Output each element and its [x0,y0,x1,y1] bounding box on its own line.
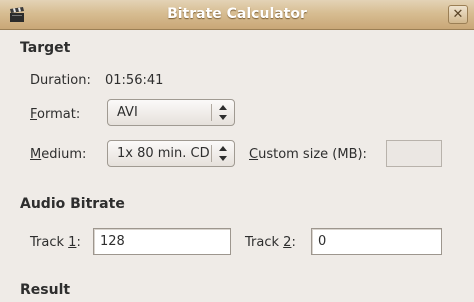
combo-separator [211,145,212,162]
close-button[interactable]: ✕ [448,5,468,24]
close-icon: ✕ [452,7,464,22]
track-2-field[interactable]: 0 [311,228,442,255]
duration-value: 01:56:41 [105,73,164,88]
medium-select-value: 1x 80 min. CD [117,146,210,161]
window-title: Bitrate Calculator [167,6,307,22]
medium-label: Medium: [30,147,87,162]
format-label: Format: [30,107,81,122]
track-1-label: Track 1: [30,235,81,250]
bitrate-calculator-window: Bitrate Calculator ✕ Target Duration: 01… [0,0,474,302]
audio-bitrate-heading: Audio Bitrate [20,196,125,212]
track-2-value: 0 [318,234,327,249]
target-heading: Target [20,40,71,56]
track-1-value: 128 [100,234,125,249]
up-down-arrows-icon [219,105,227,120]
medium-select[interactable]: 1x 80 min. CD [107,140,235,167]
format-select-value: AVI [117,105,138,120]
track-2-label: Track 2: [245,235,296,250]
duration-label: Duration: [30,73,91,88]
track-1-field[interactable]: 128 [93,228,231,255]
combo-separator [211,104,212,121]
result-heading: Result [20,282,71,298]
custom-size-field [386,140,442,167]
custom-size-label: Custom size (MB): [249,147,367,162]
title-bar[interactable]: Bitrate Calculator ✕ [0,0,474,30]
up-down-arrows-icon [219,146,227,161]
format-select[interactable]: AVI [107,99,235,126]
